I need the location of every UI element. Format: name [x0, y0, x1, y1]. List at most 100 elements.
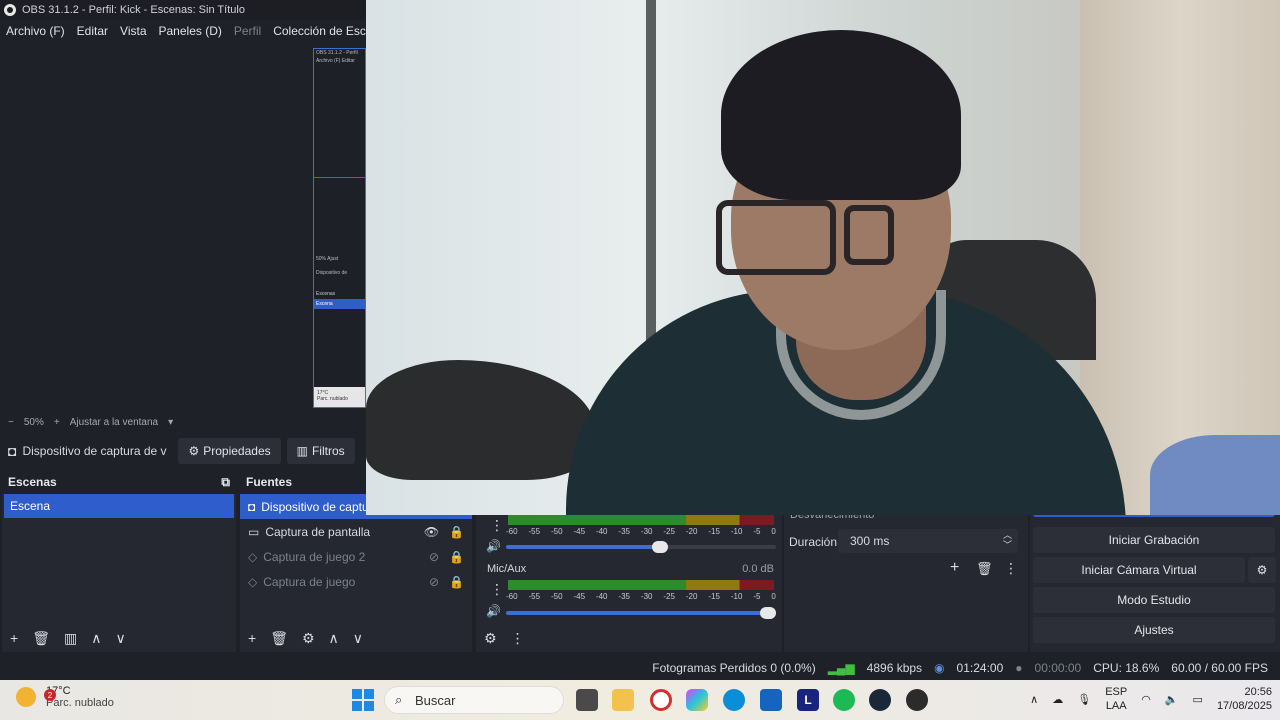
chevron-down-icon[interactable]: ▾ — [168, 417, 173, 428]
move-up-icon[interactable]: ∧ — [91, 630, 101, 647]
filters-button[interactable]: ▥ Filtros — [286, 438, 355, 464]
language-indicator[interactable]: ESP LAA — [1105, 685, 1127, 713]
start-recording-button[interactable]: Iniciar Grabación — [1033, 527, 1275, 553]
lock-icon[interactable]: 🔒 — [449, 550, 464, 564]
virtual-camera-button[interactable]: Iniciar Cámara Virtual — [1033, 557, 1245, 583]
weather-widget[interactable]: 2 17°C Parc. nublado — [16, 685, 114, 709]
volume-icon[interactable]: 🔈 — [1165, 693, 1179, 706]
fit-window-select[interactable]: Ajustar a la ventana — [70, 417, 158, 428]
source-item[interactable]: ▭ Captura de pantalla 👁 🔒 — [240, 519, 472, 544]
obs-taskbar-icon[interactable] — [906, 689, 928, 711]
meter-tick-label: -25 — [663, 592, 675, 601]
duration-value: 300 ms — [850, 534, 890, 548]
store-icon[interactable] — [760, 689, 782, 711]
signal-bars-icon: ▂▄▆ — [827, 661, 855, 675]
move-down-icon[interactable]: ∨ — [115, 630, 125, 647]
copilot-icon[interactable] — [686, 689, 708, 711]
volume-knob[interactable] — [760, 607, 776, 619]
file-explorer-icon[interactable] — [612, 689, 634, 711]
trash-icon[interactable]: 🗑 — [32, 630, 50, 647]
task-view-icon[interactable] — [576, 689, 598, 711]
opera-icon[interactable] — [650, 689, 672, 711]
add-source-icon[interactable]: + — [248, 630, 256, 646]
lock-icon[interactable]: 🔒 — [449, 525, 464, 539]
battery-icon[interactable]: ▭ — [1193, 693, 1203, 706]
clock[interactable]: 20:56 17/08/2025 — [1217, 685, 1272, 713]
start-button[interactable] — [352, 689, 374, 711]
zoom-out-button[interactable]: − — [8, 417, 14, 428]
zoom-in-button[interactable]: + — [54, 417, 60, 428]
mini-title: OBS 31.1.2 - Perfil — [316, 50, 358, 56]
add-transition-icon[interactable]: + — [950, 559, 959, 577]
lock-icon[interactable]: 🔒 — [449, 575, 464, 589]
person-glasses — [844, 205, 894, 265]
edge-icon[interactable] — [723, 689, 745, 711]
menu-editar[interactable]: Editar — [77, 24, 108, 38]
spin-arrows-icon[interactable]: ︿ ﹀ — [1003, 530, 1012, 550]
volume-slider[interactable] — [506, 607, 776, 619]
settings-button[interactable]: Ajustes — [1033, 617, 1275, 643]
trash-icon[interactable]: 🗑 — [270, 630, 288, 647]
meter-tick-label: -25 — [663, 527, 675, 536]
kebab-menu-icon[interactable]: ⋮ — [1004, 560, 1018, 577]
advanced-audio-icon[interactable]: ⚙ — [484, 630, 497, 647]
menu-perfil[interactable]: Perfil — [234, 24, 261, 38]
kebab-menu-icon[interactable]: ⋮ — [490, 581, 504, 598]
source-label: Captura de juego 2 — [263, 549, 366, 564]
source-label: Captura de pantalla — [265, 524, 371, 539]
scenes-header: Escenas ⧉ — [2, 470, 236, 494]
filter-icon[interactable]: ▥ — [64, 630, 77, 647]
move-down-icon[interactable]: ∨ — [353, 630, 363, 647]
menu-vista[interactable]: Vista — [120, 24, 146, 38]
search-icon: ⌕ — [395, 692, 403, 707]
record-icon: ● — [1015, 661, 1023, 675]
gamepad-icon: ◇ — [248, 574, 258, 589]
preview-canvas[interactable] — [0, 44, 366, 410]
speaker-icon[interactable]: 🔊 — [486, 539, 501, 553]
gear-icon[interactable]: ⚙ — [302, 630, 315, 647]
speaker-icon[interactable]: 🔊 — [486, 604, 501, 618]
eye-hidden-icon[interactable]: ⊘ — [429, 550, 439, 564]
volume-meter — [508, 515, 774, 525]
undock-icon[interactable]: ⧉ — [221, 475, 230, 490]
duration-label: Duración — [789, 535, 838, 549]
onedrive-icon[interactable]: ☁ — [1052, 693, 1063, 706]
channel-db: 0.0 dB — [742, 563, 774, 575]
spotify-icon[interactable] — [833, 689, 855, 711]
sources-title: Fuentes — [246, 475, 293, 489]
source-item[interactable]: ◇ Captura de juego ⊘ 🔒 — [240, 569, 472, 594]
steam-icon[interactable] — [869, 689, 891, 711]
weather-desc: Parc. nublado — [46, 697, 114, 709]
properties-label: Propiedades — [203, 444, 271, 458]
virtual-camera-settings-button[interactable]: ⚙ — [1248, 557, 1276, 583]
menu-archivo[interactable]: Archivo (F) — [6, 24, 65, 38]
kebab-menu-icon[interactable]: ⋮ — [490, 517, 504, 534]
add-scene-icon[interactable]: + — [10, 630, 18, 646]
meter-tick-label: -5 — [753, 592, 761, 601]
volume-knob[interactable] — [651, 541, 668, 553]
properties-button[interactable]: ⚙ Propiedades — [178, 438, 281, 464]
zoom-bar: − 50% + Ajustar a la ventana ▾ — [0, 412, 366, 432]
menu-paneles[interactable]: Paneles (D) — [159, 24, 222, 38]
meter-tick-label: -50 — [550, 527, 563, 536]
launcher-l-icon[interactable]: L — [797, 689, 819, 711]
move-up-icon[interactable]: ∧ — [329, 630, 339, 647]
taskbar-search[interactable]: ⌕ Buscar — [384, 686, 564, 714]
eye-hidden-icon[interactable]: ⊘ — [429, 575, 439, 589]
meter-tick-label: -50 — [550, 592, 563, 601]
meter-tick-label: -60 — [506, 527, 518, 536]
bitrate: 4896 kbps — [866, 661, 923, 675]
kebab-menu-icon[interactable]: ⋮ — [511, 630, 525, 647]
microphone-icon[interactable]: 🎙 — [1077, 693, 1091, 706]
wifi-icon[interactable]: ◠ — [1141, 693, 1151, 706]
duration-field[interactable]: 300 ms ︿ ﹀ — [838, 529, 1018, 553]
volume-slider[interactable] — [506, 541, 776, 553]
source-item[interactable]: ◇ Captura de juego 2 ⊘ 🔒 — [240, 544, 472, 569]
eye-icon[interactable]: 👁 — [424, 525, 439, 539]
scene-item[interactable]: Escena — [4, 494, 234, 518]
trash-icon[interactable]: 🗑 — [976, 561, 993, 577]
weather-sun-icon — [16, 687, 36, 707]
studio-mode-button[interactable]: Modo Estudio — [1033, 587, 1275, 613]
meter-tick-label: -60 — [506, 592, 518, 601]
chevron-up-icon[interactable]: ∧ — [1030, 693, 1038, 706]
